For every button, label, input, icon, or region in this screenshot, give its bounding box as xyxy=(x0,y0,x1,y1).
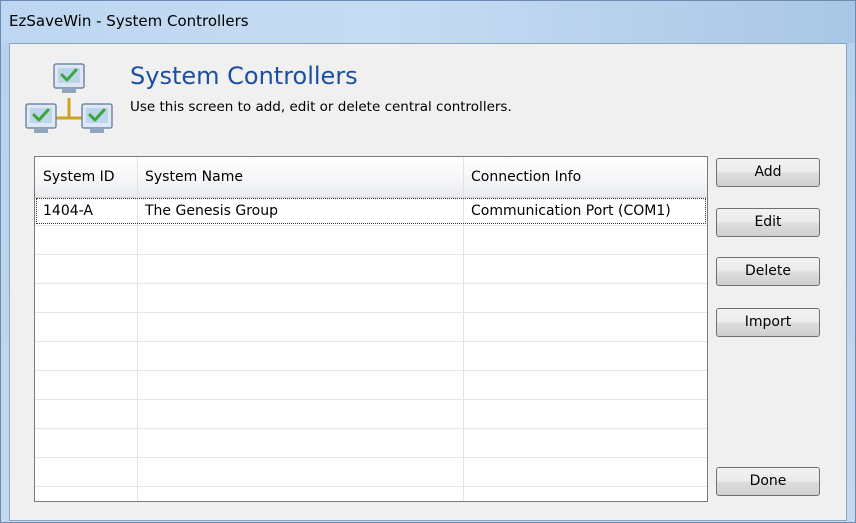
column-header-system-id[interactable]: System ID xyxy=(35,157,137,197)
client-area: System Controllers Use this screen to ad… xyxy=(9,43,847,521)
column-header-connection-info[interactable]: Connection Info xyxy=(463,157,707,197)
title-bar[interactable]: EzSaveWin - System Controllers xyxy=(1,1,855,43)
network-computers-icon xyxy=(25,63,113,133)
add-button[interactable]: Add xyxy=(716,158,820,187)
done-button[interactable]: Done xyxy=(716,467,820,496)
delete-button[interactable]: Delete xyxy=(716,257,820,286)
controllers-grid[interactable]: System ID System Name Connection Info 14… xyxy=(34,156,708,502)
cell-connection-info: Communication Port (COM1) xyxy=(471,203,671,219)
empty-row[interactable] xyxy=(35,284,707,313)
page-subtitle: Use this screen to add, edit or delete c… xyxy=(130,99,512,115)
table-row[interactable]: 1404-A The Genesis Group Communication P… xyxy=(35,197,707,226)
empty-row[interactable] xyxy=(35,371,707,400)
import-button[interactable]: Import xyxy=(716,308,820,337)
window-title: EzSaveWin - System Controllers xyxy=(9,12,249,30)
page-title: System Controllers xyxy=(130,62,358,90)
column-header-system-name[interactable]: System Name xyxy=(137,157,463,197)
empty-row[interactable] xyxy=(35,313,707,342)
cell-system-id: 1404-A xyxy=(43,203,93,219)
cell-system-name: The Genesis Group xyxy=(145,203,278,219)
empty-row[interactable] xyxy=(35,342,707,371)
empty-row[interactable] xyxy=(35,255,707,284)
app-window: EzSaveWin - System Controllers System Co… xyxy=(0,0,856,523)
empty-row[interactable] xyxy=(35,226,707,255)
edit-button[interactable]: Edit xyxy=(716,208,820,237)
empty-row[interactable] xyxy=(35,429,707,458)
empty-row[interactable] xyxy=(35,400,707,429)
grid-header: System ID System Name Connection Info xyxy=(35,157,707,198)
empty-row[interactable] xyxy=(35,458,707,487)
